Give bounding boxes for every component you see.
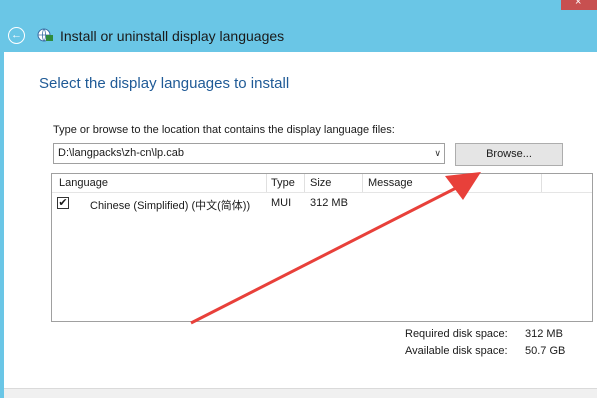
language-globe-icon: [37, 28, 53, 42]
column-divider[interactable]: [362, 174, 363, 192]
language-list-header: Language Type Size Message: [52, 174, 592, 193]
available-disk-space-value: 50.7 GB: [525, 345, 566, 357]
language-checkbox[interactable]: ✔: [57, 197, 69, 209]
back-arrow-icon[interactable]: ←: [8, 27, 25, 44]
required-disk-space-value: 312 MB: [525, 328, 563, 340]
column-header-size[interactable]: Size: [310, 177, 331, 189]
chevron-down-icon[interactable]: ∨: [434, 148, 441, 159]
column-divider[interactable]: [541, 174, 542, 192]
browse-button[interactable]: Browse...: [455, 143, 563, 166]
column-header-message[interactable]: Message: [368, 177, 413, 189]
language-file-path-combobox[interactable]: D:\langpacks\zh-cn\lp.cab ∨: [53, 143, 445, 164]
path-value: D:\langpacks\zh-cn\lp.cab: [58, 147, 184, 159]
window-title: Install or uninstall display languages: [60, 28, 285, 44]
wizard-content: Select the display languages to install …: [4, 52, 597, 397]
location-prompt: Type or browse to the location that cont…: [53, 124, 395, 136]
required-disk-space-label: Required disk space:: [405, 328, 508, 340]
page-heading: Select the display languages to install: [39, 75, 290, 92]
close-button[interactable]: ×: [561, 0, 597, 10]
column-header-type[interactable]: Type: [271, 177, 295, 189]
language-size: 312 MB: [310, 197, 348, 209]
column-divider[interactable]: [304, 174, 305, 192]
available-disk-space-label: Available disk space:: [405, 345, 508, 357]
close-icon: ×: [575, 0, 582, 8]
column-divider[interactable]: [266, 174, 267, 192]
column-header-language[interactable]: Language: [59, 177, 108, 189]
language-type: MUI: [271, 197, 292, 209]
title-bar: ← Install or uninstall display languages…: [0, 0, 597, 52]
language-name: Chinese (Simplified) (中文(简体)): [90, 200, 251, 212]
table-row[interactable]: ✔ Chinese (Simplified) (中文(简体)) MUI 312 …: [52, 195, 592, 213]
language-list[interactable]: Language Type Size Message ✔ Chinese (Si…: [51, 173, 593, 322]
